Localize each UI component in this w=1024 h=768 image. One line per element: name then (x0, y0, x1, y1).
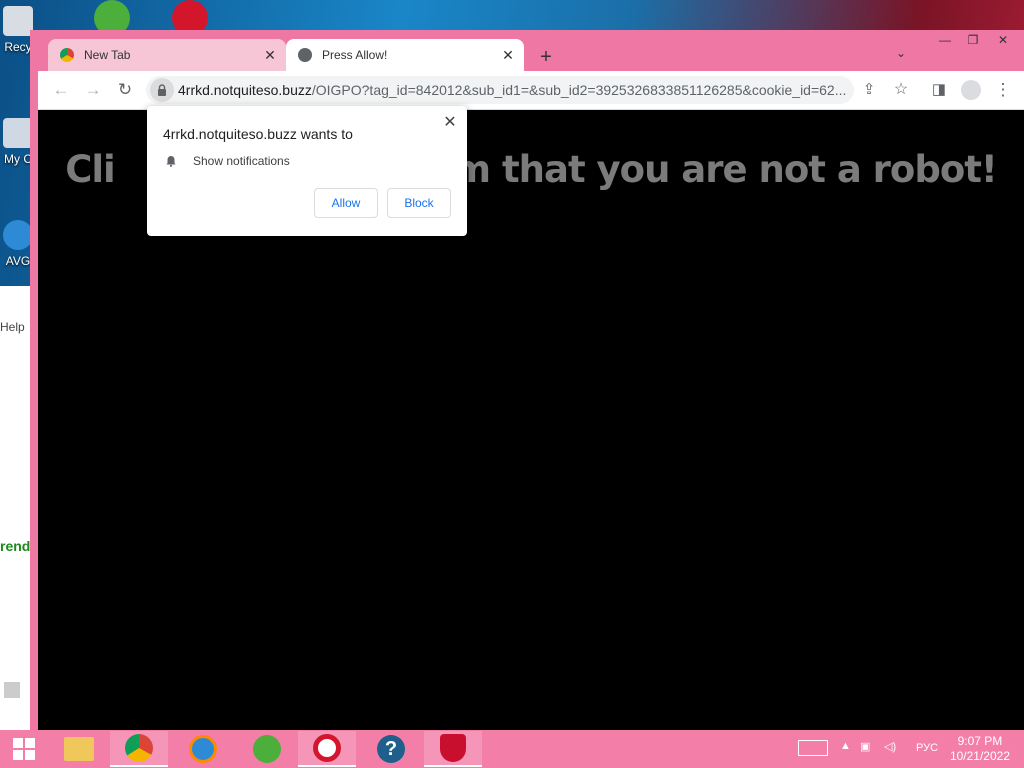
globe-favicon-icon (298, 48, 312, 62)
permission-row: Show notifications (165, 154, 290, 168)
address-bar[interactable]: 4rrkd.notquiteso.buzz/OIGPO?tag_id=84201… (146, 76, 854, 104)
windows-logo-icon (13, 738, 35, 760)
taskbar-avg-browser[interactable] (174, 731, 232, 767)
tab-press-allow[interactable]: Press Allow! ✕ (286, 39, 524, 71)
keyboard-icon[interactable] (798, 740, 828, 756)
tab-search-chevron-down-icon[interactable]: ⌄ (896, 46, 906, 60)
toolbar: ← → ↻ 4rrkd.notquiteso.buzz/OIGPO?tag_id… (38, 71, 1024, 110)
forward-arrow-icon[interactable]: → (82, 80, 104, 100)
background-window: Help rendi (0, 286, 34, 730)
menu-kebab-icon[interactable]: ⋮ (992, 80, 1014, 100)
clock-time: 9:07 PM (957, 734, 1003, 748)
taskbar-chrome[interactable] (110, 731, 168, 767)
help-question-icon: ? (377, 735, 405, 763)
bell-icon (166, 156, 176, 167)
menu-help[interactable]: Help (0, 320, 25, 334)
reload-icon[interactable]: ↻ (114, 80, 136, 100)
recycle-bin-icon (3, 6, 33, 36)
block-button[interactable]: Block (387, 188, 451, 218)
desktop-icon-label: AVG (5, 254, 31, 268)
chrome-favicon-icon (60, 48, 74, 62)
bookmark-star-icon[interactable]: ☆ (890, 80, 912, 100)
taskbar: ? ▲ ▣ ◁) РУС 9:07 PM 10/21/2022 (0, 730, 1024, 768)
lock-icon[interactable] (150, 78, 174, 102)
start-button[interactable] (0, 730, 48, 768)
folder-icon (64, 737, 94, 761)
tab-new-tab[interactable]: New Tab ✕ (48, 39, 286, 71)
share-icon[interactable]: ⇪ (858, 80, 880, 100)
profile-avatar-icon[interactable] (960, 80, 982, 105)
tab-title: New Tab (84, 48, 131, 62)
side-panel-icon[interactable]: ◨ (928, 80, 950, 100)
show-hidden-icons-chevron-up-icon[interactable]: ▲ (840, 740, 851, 752)
taskbar-utorrent[interactable] (238, 731, 296, 767)
maximize-icon[interactable]: ❐ (958, 33, 988, 47)
tab-title: Press Allow! (322, 48, 388, 62)
desktop-icon-label: Recy (4, 40, 32, 54)
language-indicator[interactable]: РУС (916, 742, 938, 754)
computer-icon (3, 118, 33, 148)
shield-icon (440, 734, 466, 762)
minimize-icon[interactable]: — (930, 33, 960, 47)
close-icon[interactable]: ✕ (441, 112, 459, 132)
notification-permission-popup: 4rrkd.notquiteso.buzz wants to ✕ Show no… (147, 106, 467, 236)
opera-icon (313, 734, 341, 762)
popup-title: 4rrkd.notquiteso.buzz wants to (163, 126, 353, 142)
avg-browser-icon (189, 735, 217, 763)
volume-icon[interactable]: ◁) (884, 740, 896, 753)
new-tab-button[interactable]: + (536, 46, 556, 69)
close-window-icon[interactable]: ✕ (988, 33, 1018, 47)
taskbar-security-app[interactable] (424, 731, 482, 767)
taskbar-file-explorer[interactable] (50, 731, 108, 767)
allow-button[interactable]: Allow (314, 188, 378, 218)
close-tab-icon[interactable]: ✕ (262, 47, 278, 64)
utorrent-icon (253, 735, 281, 763)
avg-icon (3, 220, 33, 250)
clock[interactable]: 9:07 PM 10/21/2022 (950, 734, 1010, 764)
system-tray: ▲ ▣ ◁) РУС 9:07 PM 10/21/2022 (794, 730, 1024, 768)
clock-date: 10/21/2022 (949, 749, 1010, 763)
taskbar-help[interactable]: ? (362, 731, 420, 767)
taskbar-opera[interactable] (298, 731, 356, 767)
desktop-icon-label: My C (4, 152, 32, 166)
permission-label: Show notifications (193, 154, 290, 168)
network-icon[interactable]: ▣ (860, 740, 870, 753)
close-tab-icon[interactable]: ✕ (500, 47, 516, 64)
user-icon (4, 682, 20, 698)
url-path: /OIGPO?tag_id=842012&sub_id1=&sub_id2=39… (311, 82, 847, 98)
url-host: 4rrkd.notquiteso.buzz (178, 82, 312, 98)
back-arrow-icon[interactable]: ← (50, 80, 72, 100)
chrome-icon (125, 734, 153, 762)
